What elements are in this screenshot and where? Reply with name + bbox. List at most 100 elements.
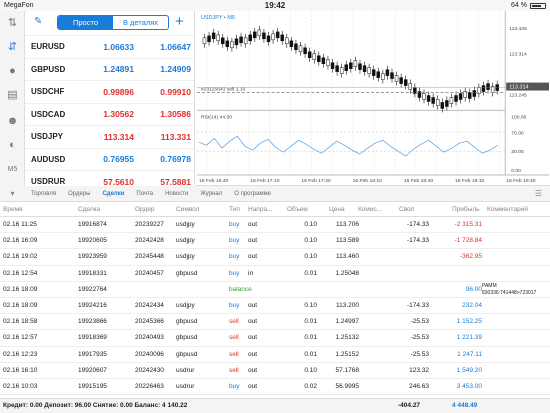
candle-body — [385, 69, 390, 76]
candle-body — [225, 40, 230, 48]
mode-simple-button[interactable]: Просто — [58, 16, 113, 29]
column-header-1[interactable]: Сделка — [78, 206, 100, 213]
add-symbol-icon[interactable]: + — [175, 13, 184, 30]
cell-symbol: usdjpy — [176, 301, 195, 309]
quotes-icon[interactable]: ⇅ — [6, 17, 19, 30]
column-header-6[interactable]: Объем — [287, 206, 308, 213]
quotes-panel: ✎ Просто В деталях + EURUSD 1.06633 1.0664… — [25, 11, 195, 187]
cell-deal: 19915195 — [78, 382, 107, 390]
cell-vol: 0.10 — [304, 301, 317, 309]
cell-vol: 0.01 — [304, 350, 317, 358]
quote-symbol: USDJPY — [31, 132, 64, 142]
candle-body — [234, 38, 239, 46]
chart-icon[interactable]: ⇵ — [6, 41, 19, 54]
quote-ask: 0.99910 — [160, 86, 191, 97]
cell-type: balance — [229, 285, 252, 293]
table-row[interactable]: 02.16 16:09 19920605 20242428 usdjpy buy out 0… — [0, 233, 550, 250]
table-row[interactable]: 02.16 12:54 19918331 20240457 gbpusd buy in 0.… — [0, 266, 550, 282]
candle-body — [339, 67, 344, 74]
quote-row[interactable]: AUDUSD 0.76955 0.76978 — [25, 147, 194, 171]
column-header-2[interactable]: Ордер — [135, 206, 155, 213]
cell-type: buy — [229, 382, 240, 390]
cell-dir: out — [248, 318, 258, 326]
table-row[interactable]: 02.16 18:58 19923866 20245366 gbpusd sell out… — [0, 314, 550, 331]
tab-4[interactable]: Новости — [165, 191, 188, 197]
rsi-axis-label: 30.00 — [511, 149, 524, 155]
candle-body — [326, 59, 330, 66]
quote-row[interactable]: USDJPY 113.314 113.331 — [25, 125, 194, 148]
column-header-11[interactable]: Комментарий — [487, 206, 528, 213]
chat-icon[interactable]: ● — [6, 65, 19, 78]
table-row[interactable]: 02.16 12:57 19918369 20240493 gbpusd sell out… — [0, 330, 550, 347]
candle-body — [239, 36, 243, 44]
settings-icon[interactable]: ☰ — [535, 189, 542, 198]
cell-deal: 19920607 — [78, 366, 107, 374]
candle-body — [285, 37, 289, 45]
battery-icon — [530, 2, 546, 9]
column-header-5[interactable]: Напра... — [248, 206, 272, 213]
quote-row[interactable]: USDCAD 1.30562 1.30586 — [25, 102, 194, 126]
cell-vol: 0.10 — [304, 237, 317, 245]
quote-row[interactable]: USDCHF 0.99896 0.99910 — [25, 80, 194, 103]
table-row[interactable]: 02.16 18:09 19922764 balance 96.00 PAMM 8303… — [0, 281, 550, 298]
table-row[interactable]: 02.16 19:02 19923959 20245448 usdjpy buy out 0… — [0, 249, 550, 266]
cell-order: 20240493 — [135, 334, 164, 342]
users-icon[interactable]: ☻ — [6, 115, 19, 128]
time-axis-label: 16 Feb 18:10 — [353, 178, 383, 184]
table-row[interactable]: 02.16 18:09 19924216 20242434 usdjpy buy out 0… — [0, 298, 550, 315]
cell-vol: 0.01 — [304, 334, 317, 342]
rsi-axis-label: 0.00 — [511, 168, 521, 174]
cell-time: 02.16 12:23 — [3, 350, 38, 358]
cell-time: 02.16 12:57 — [3, 334, 38, 342]
cell-symbol: gbpusd — [176, 334, 198, 342]
column-header-8[interactable]: Комис... — [358, 206, 382, 213]
table-row[interactable]: 02.16 16:10 19920607 20242430 usdrur sell out… — [0, 363, 550, 379]
column-header-10[interactable]: Прибыль — [452, 206, 480, 213]
cell-order: 20245366 — [135, 318, 164, 326]
candle-body — [440, 102, 445, 109]
signals-icon[interactable]: ◐ — [6, 139, 19, 152]
candle-body — [248, 34, 252, 42]
cell-time: 02.16 19:02 — [3, 253, 38, 261]
table-row[interactable]: 02.16 11:25 19916874 20239227 usdjpy buy out 0… — [0, 217, 550, 234]
column-header-0[interactable]: Время — [3, 206, 23, 213]
tab-3[interactable]: Почта — [136, 191, 153, 197]
tab-5[interactable]: Журнал — [200, 191, 222, 197]
cell-vol: 0.10 — [304, 221, 317, 228]
candle-body — [472, 90, 477, 97]
tab-2[interactable]: Сделки — [102, 191, 124, 197]
quotes-header: ✎ Просто В деталях + — [25, 11, 194, 35]
candle-body — [271, 33, 275, 41]
candle-body — [294, 43, 298, 51]
time-axis-label: 16 Feb 16:40 — [199, 178, 229, 184]
mode-detailed-button[interactable]: В деталях — [113, 16, 168, 29]
column-header-3[interactable]: Символ — [176, 206, 199, 213]
collapse-icon[interactable]: ▾ — [0, 189, 25, 198]
cell-price: 1.25152 — [335, 350, 360, 358]
table-row[interactable]: 02.16 12:23 19917935 20240096 gbpusd sell out… — [0, 346, 550, 363]
edit-icon[interactable]: ✎ — [34, 16, 42, 27]
cell-type: sell — [229, 334, 239, 342]
cell-order: 20240457 — [135, 269, 164, 277]
column-header-4[interactable]: Тип — [229, 206, 240, 213]
candle-body — [262, 32, 266, 40]
table-row[interactable]: 02.16 10:03 19915195 20226463 usdrur buy out 0… — [0, 378, 550, 396]
tab-6[interactable]: О программе — [234, 191, 271, 197]
account-summary: Кредит: 0.00 Депозит: 96.00 Снятие: 0.00… — [3, 402, 188, 409]
candle-body — [435, 99, 440, 106]
tab-0[interactable]: Торговля — [31, 191, 56, 197]
tab-1[interactable]: Ордеры — [68, 191, 90, 197]
price-chart[interactable]: #23115643 sell 1.10 113.314113.425113.314… — [196, 11, 550, 186]
rsi-label: RSI(14) 44.30 — [201, 114, 232, 120]
cell-type: buy — [229, 253, 240, 261]
candle-body — [381, 73, 385, 80]
document-icon[interactable]: ▤ — [6, 89, 19, 102]
m5-icon[interactable]: M5 — [6, 163, 19, 176]
column-header-7[interactable]: Цена — [329, 206, 345, 213]
quote-symbol: EURUSD — [31, 42, 65, 52]
quote-row[interactable]: GBPUSD 1.24891 1.24909 — [25, 57, 194, 81]
time-axis-label: 16 Feb 19:40 — [506, 178, 536, 184]
candle-body — [449, 97, 454, 104]
column-header-9[interactable]: Своп — [399, 206, 414, 213]
quote-row[interactable]: EURUSD 1.06633 1.06647 — [25, 35, 194, 58]
